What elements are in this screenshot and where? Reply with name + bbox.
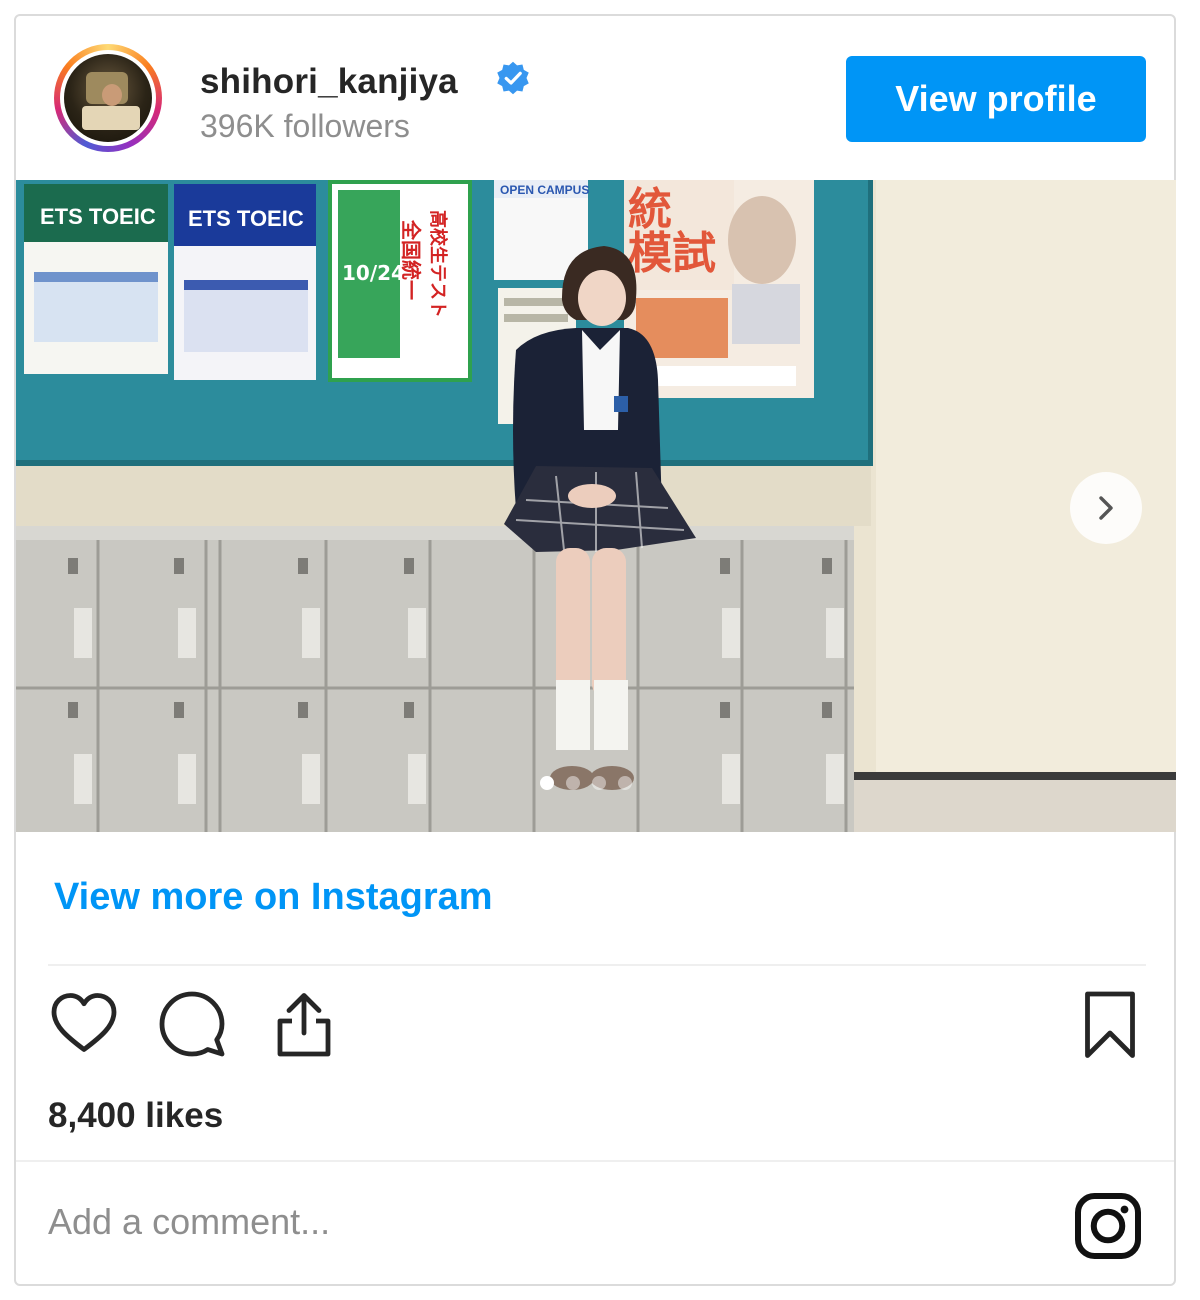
bookmark-icon[interactable]	[1074, 988, 1146, 1060]
poster-text: 10/24	[342, 261, 405, 285]
like-count: 8,400 likes	[48, 1096, 224, 1135]
next-image-button[interactable]	[1070, 472, 1142, 544]
poster-text: ETS TOEIC	[40, 204, 156, 229]
instagram-embed-card: shihori_kanjiya 396K followers View prof…	[14, 14, 1176, 1286]
poster-text: 全国統一	[399, 219, 423, 300]
carousel-dot	[592, 776, 606, 790]
chevron-right-icon	[1099, 496, 1113, 520]
poster-text: OPEN CAMPUS	[500, 183, 589, 197]
carousel-dot	[618, 776, 632, 790]
post-header: shihori_kanjiya 396K followers View prof…	[16, 16, 1174, 180]
comment-icon[interactable]	[156, 988, 228, 1060]
view-more-link[interactable]: View more on Instagram	[54, 876, 493, 919]
post-photo: ETS TOEIC ETS TOEIC 10/24 全国統一 高校生テスト OP…	[16, 180, 1176, 832]
divider	[16, 1160, 1174, 1162]
username[interactable]: shihori_kanjiya	[200, 62, 458, 102]
view-profile-button[interactable]: View profile	[846, 56, 1146, 142]
follower-count: 396K followers	[200, 108, 410, 144]
instagram-logo-icon[interactable]	[1072, 1190, 1144, 1262]
carousel-indicator	[540, 776, 632, 790]
post-image[interactable]: ETS TOEIC ETS TOEIC 10/24 全国統一 高校生テスト OP…	[16, 180, 1176, 832]
poster-text: ETS TOEIC	[188, 206, 304, 231]
share-icon[interactable]	[268, 988, 340, 1060]
heart-icon[interactable]	[48, 988, 120, 1060]
verified-badge-icon	[497, 61, 529, 95]
avatar[interactable]	[54, 44, 162, 152]
poster-text: 高校生テスト	[427, 210, 449, 318]
carousel-dot	[566, 776, 580, 790]
comment-input[interactable]	[48, 1192, 948, 1252]
divider	[48, 964, 1146, 966]
poster-text: 模試	[628, 228, 716, 279]
action-bar	[48, 988, 1146, 1068]
carousel-dot-active	[540, 776, 554, 790]
